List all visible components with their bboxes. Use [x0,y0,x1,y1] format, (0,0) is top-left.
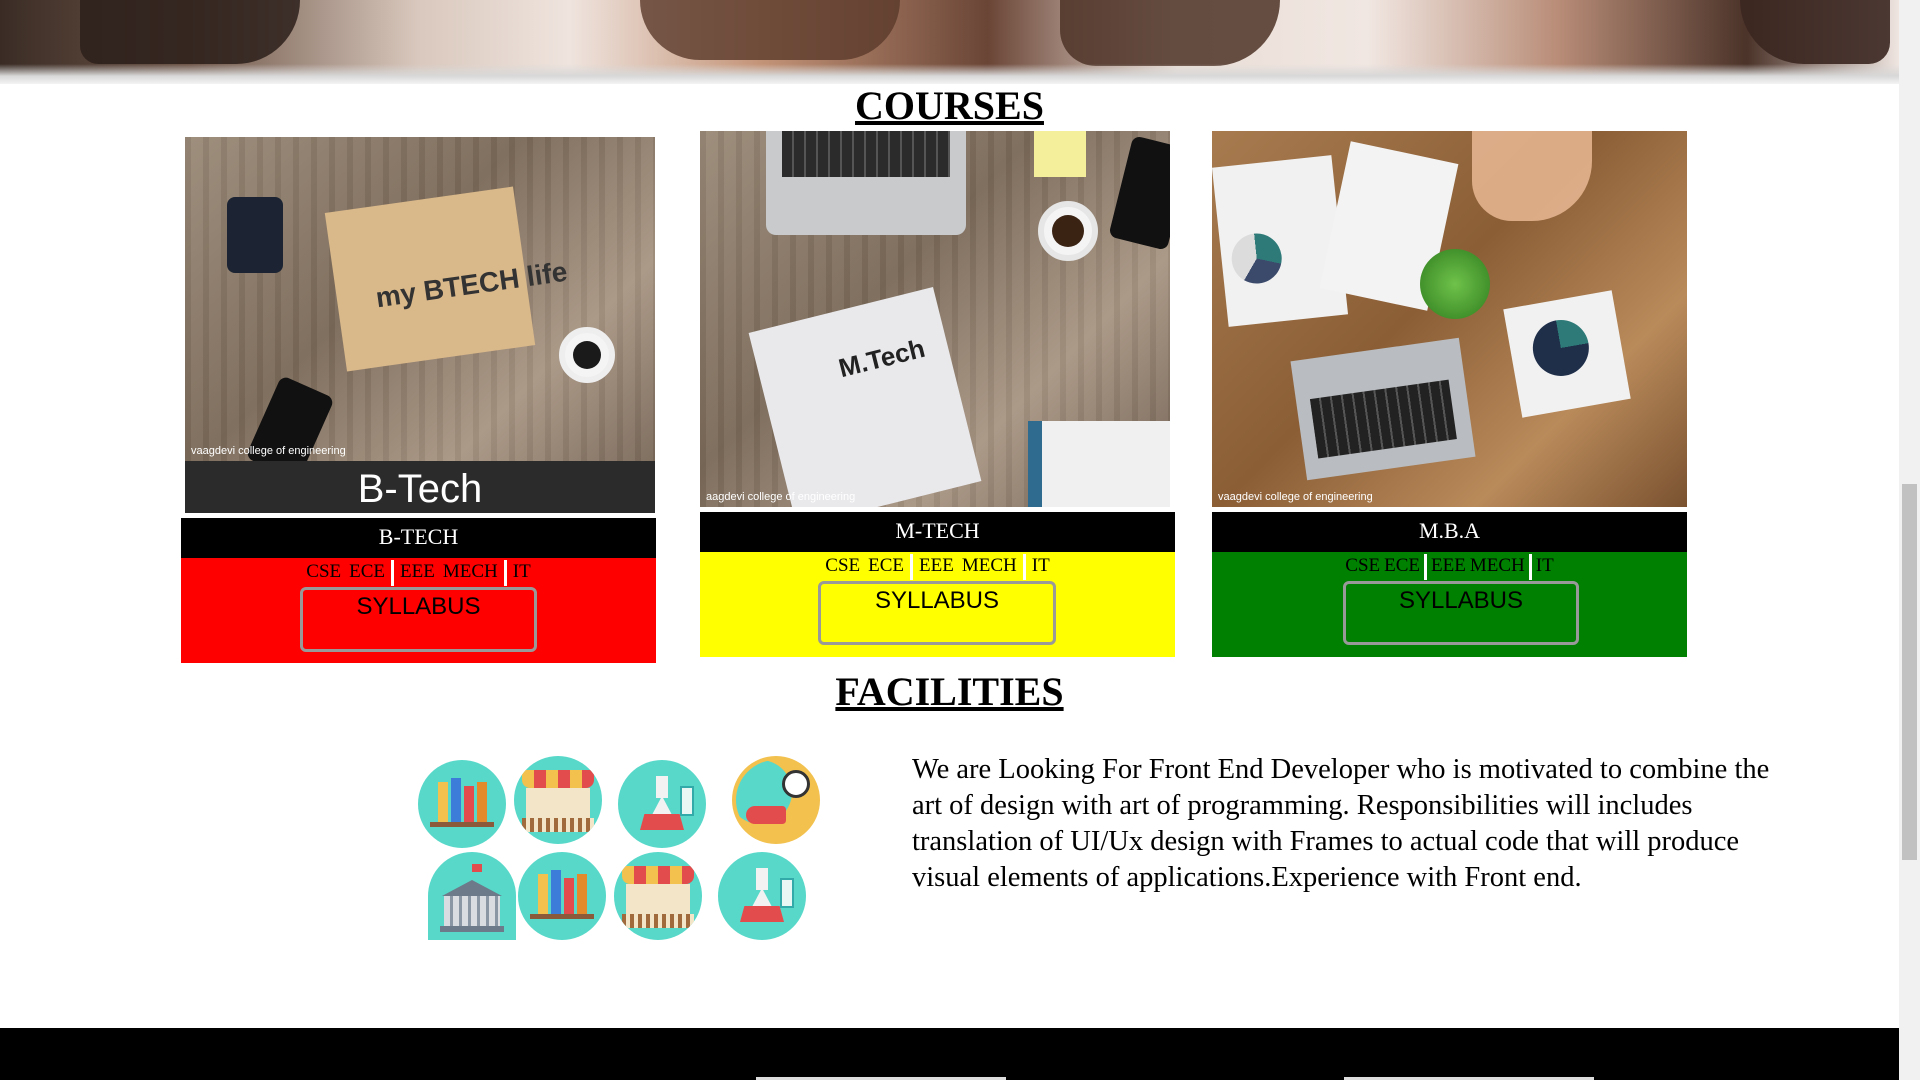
sports-icon [732,756,820,844]
course-body: CSE ECE EEE MECH IT SYLLABUS [1212,552,1687,657]
branch-eee[interactable]: EEE [396,561,439,583]
course-card-mtech: M.Tech aagdevi college of engineering M-… [700,131,1175,657]
college-building-icon [428,852,516,940]
branch-cse[interactable]: CSE [821,555,864,577]
branch-cse[interactable]: CSE [302,561,345,583]
course-body: CSE ECE EEE MECH IT SYLLABUS [181,558,656,663]
branch-separator [503,560,507,586]
course-name: M.B.A [1418,518,1481,543]
facilities-description: We are Looking For Front End Developer w… [912,754,1770,893]
course-photo-btech: my BTECH life vaagdevi college of engine… [185,137,655,513]
course-name-bar: B-TECH [181,518,656,558]
branch-eee[interactable]: EEE [1429,555,1468,577]
store-icon [614,852,702,940]
coffee-cup [1038,201,1098,261]
course-card-mba: vaagdevi college of engineering M.B.A CS… [1212,131,1687,657]
branch-mech[interactable]: MECH [958,555,1021,577]
laptop [1290,337,1476,481]
syllabus-button-mba[interactable]: SYLLABUS [1343,581,1579,645]
branch-eee[interactable]: EEE [915,555,958,577]
library-icon [518,852,606,940]
branch-mech[interactable]: MECH [1468,555,1527,577]
page-scrollbar[interactable] [1899,0,1920,1080]
syllabus-button-btech[interactable]: SYLLABUS [300,587,537,652]
branch-separator [391,560,395,586]
course-name-bar: M-TECH [700,512,1175,552]
library-icon [418,760,506,848]
sticky-note [1034,131,1086,177]
hero-photo-part [80,0,300,64]
syllabus-button-mtech[interactable]: SYLLABUS [818,581,1056,645]
course-name: B-TECH [378,524,459,549]
hero-photo-part [640,0,900,60]
photo-watermark: aagdevi college of engineering [706,491,856,503]
branch-list: CSE ECE EEE MECH IT [181,560,656,586]
branch-ece[interactable]: ECE [1382,555,1422,577]
branch-mech[interactable]: MECH [439,561,502,583]
hard-drive [227,197,283,273]
course-photo-mtech: M.Tech aagdevi college of engineering [700,131,1170,507]
mug [559,327,615,383]
photo-overlay-label: B-Tech [185,461,655,513]
courses-title: COURSES [855,83,1044,128]
branch-separator [1424,554,1428,580]
laptop [766,131,966,235]
branch-ece[interactable]: ECE [345,561,389,583]
hero-photo-part [1060,0,1280,66]
hero-photo-part [1740,0,1890,64]
course-body: CSE ECE EEE MECH IT SYLLABUS [700,552,1175,657]
photo-watermark: vaagdevi college of engineering [191,445,346,457]
hero-banner [0,0,1899,84]
branch-list: CSE ECE EEE MECH IT [700,554,1175,580]
branch-list: CSE ECE EEE MECH IT [1212,554,1687,580]
facilities-title: FACILITIES [835,669,1064,714]
branch-separator [910,554,914,580]
course-card-btech: my BTECH life vaagdevi college of engine… [181,137,656,663]
branch-it[interactable]: IT [509,561,535,583]
branch-it[interactable]: IT [1028,555,1054,577]
course-name-bar: M.B.A [1212,512,1687,552]
photo-watermark: vaagdevi college of engineering [1218,491,1373,503]
branch-ece[interactable]: ECE [864,555,908,577]
hero-fade [0,64,1899,84]
course-photo-mba: vaagdevi college of engineering [1212,131,1687,507]
planner [1028,421,1170,507]
branch-it[interactable]: IT [1534,555,1556,577]
course-name: M-TECH [895,518,980,543]
lab-icon [618,760,706,848]
scrollbar-thumb[interactable] [1902,484,1917,860]
lab-icon [718,852,806,940]
report-sheet [1212,155,1349,327]
branch-cse[interactable]: CSE [1343,555,1382,577]
plant [1420,249,1490,319]
pie-chart-paper [1503,290,1631,418]
branch-separator [1022,554,1026,580]
branch-separator [1528,554,1532,580]
store-icon [514,756,602,844]
footer [0,1028,1899,1080]
